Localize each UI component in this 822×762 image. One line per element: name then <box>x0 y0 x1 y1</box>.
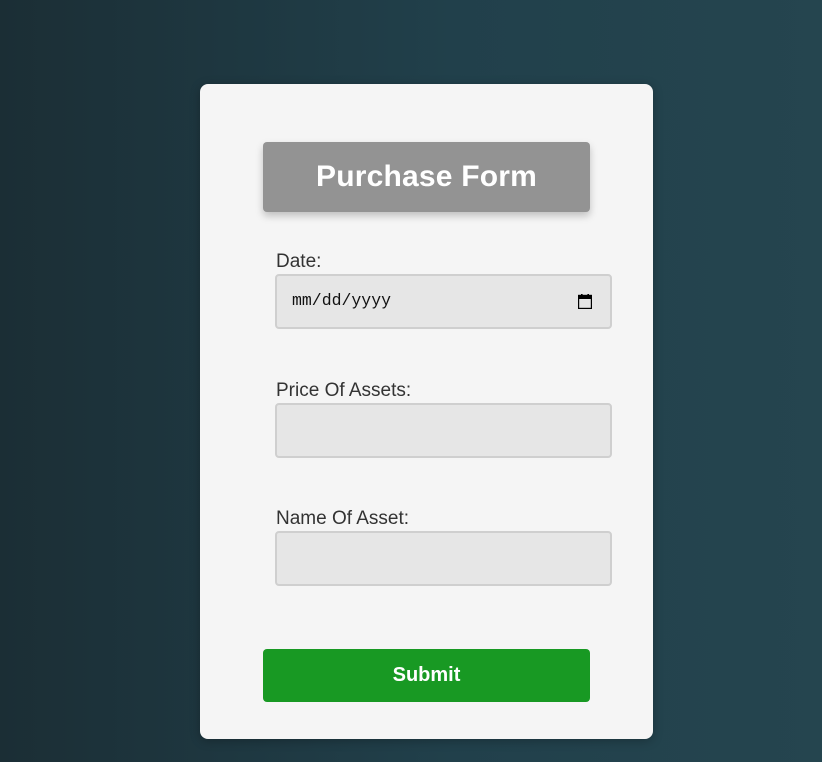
purchase-form-card: Purchase Form Date: mm/dd/yyyy Price Of … <box>200 84 653 739</box>
submit-button[interactable]: Submit <box>263 649 590 702</box>
price-of-assets-input[interactable] <box>275 403 612 458</box>
date-label: Date: <box>276 251 322 272</box>
form-title-banner: Purchase Form <box>263 142 590 212</box>
price-of-assets-label: Price Of Assets: <box>276 380 412 401</box>
form-title: Purchase Form <box>315 160 537 193</box>
name-of-asset-label: Name Of Asset: <box>276 508 410 529</box>
date-placeholder: mm/dd/yyyy <box>292 291 392 310</box>
name-of-asset-input[interactable] <box>275 531 612 586</box>
calendar-icon[interactable] <box>578 294 592 309</box>
date-input[interactable]: mm/dd/yyyy <box>275 274 612 329</box>
